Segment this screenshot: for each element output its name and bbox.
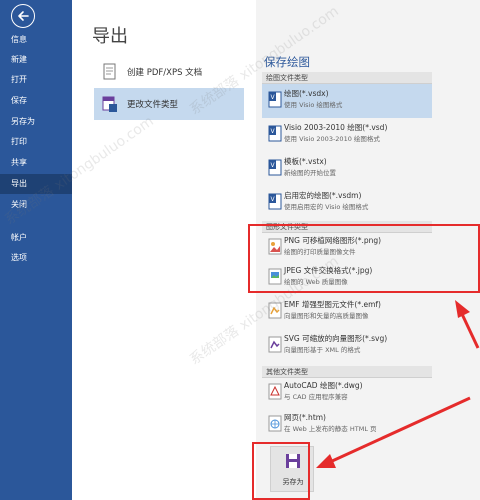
annotation-arrowhead-left — [316, 454, 336, 468]
annotation-arrowhead-up — [455, 300, 470, 318]
annotation-arrows — [316, 300, 480, 468]
annotation-arrow-up — [460, 313, 480, 349]
annotation-arrow-left — [329, 396, 471, 464]
